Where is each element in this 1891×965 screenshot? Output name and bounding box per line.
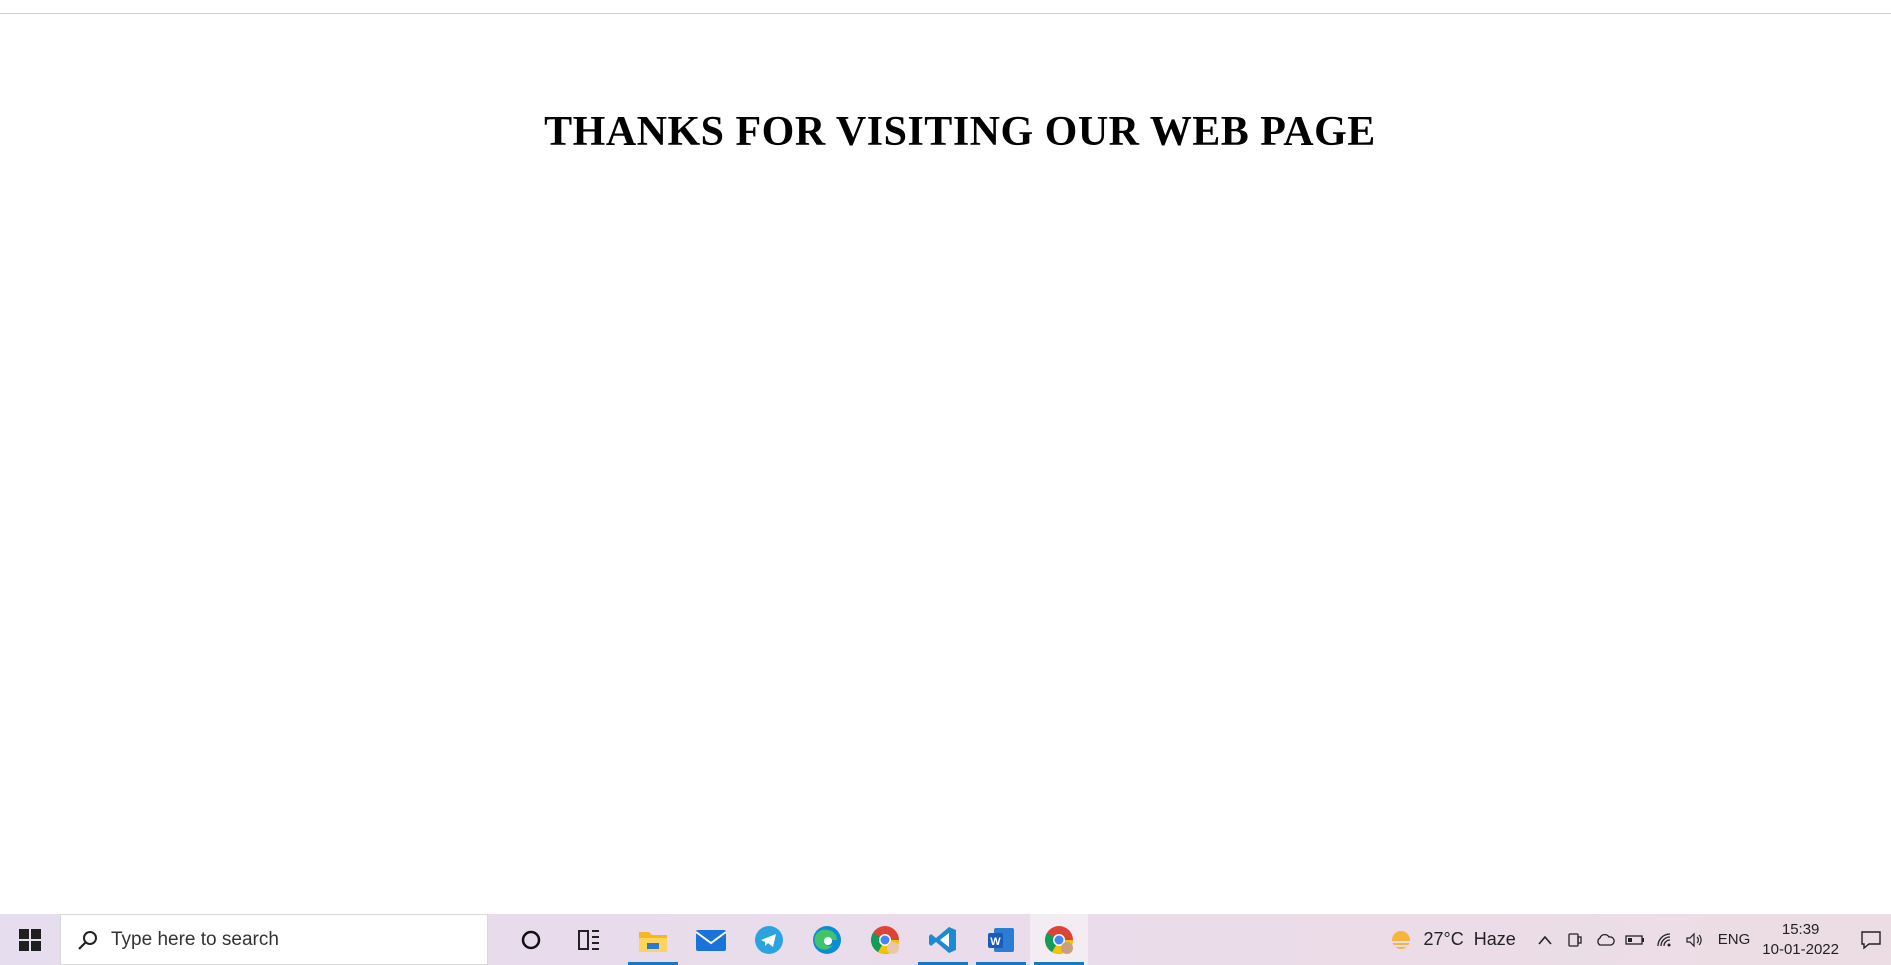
chrome-icon xyxy=(871,925,899,954)
weather-widget[interactable]: 27°C Haze xyxy=(1388,928,1516,952)
mail-icon xyxy=(695,929,727,951)
search-icon xyxy=(78,930,97,950)
chevron-up-icon xyxy=(1538,935,1552,945)
meet-now-button[interactable] xyxy=(1560,914,1590,965)
notification-icon xyxy=(1861,930,1881,949)
edge-icon xyxy=(813,925,841,954)
taskbar: Type here to search W 27°C Haze ENG 15:3… xyxy=(0,914,1891,965)
start-button[interactable] xyxy=(0,914,60,965)
web-page: THANKS FOR VISITING OUR WEB PAGE xyxy=(0,14,1891,914)
mail-button[interactable] xyxy=(682,914,740,965)
page-heading: THANKS FOR VISITING OUR WEB PAGE xyxy=(544,109,1376,155)
wifi-icon xyxy=(1657,932,1671,946)
task-view-icon xyxy=(578,929,599,950)
word-icon: W xyxy=(988,927,1014,952)
clock-time: 15:39 xyxy=(1781,920,1820,938)
vscode-icon xyxy=(929,926,956,953)
edge-button[interactable] xyxy=(798,914,856,965)
weather-temperature: 27°C xyxy=(1423,929,1464,949)
system-tray: 27°C Haze ENG 15:39 10-01-2022 xyxy=(1388,914,1891,965)
weather-condition: Haze xyxy=(1473,929,1516,949)
file-explorer-button[interactable] xyxy=(624,914,682,965)
chrome-profile-icon xyxy=(1045,925,1073,954)
clock[interactable]: 15:39 10-01-2022 xyxy=(1762,920,1839,960)
speaker-icon xyxy=(1686,932,1702,947)
meet-now-icon xyxy=(1568,932,1582,947)
telegram-icon xyxy=(755,925,783,954)
onedrive-cloud-icon xyxy=(1597,933,1615,946)
cortana-button[interactable] xyxy=(502,914,560,965)
chrome-profile-button[interactable] xyxy=(1030,914,1088,965)
vscode-button[interactable] xyxy=(914,914,972,965)
telegram-button[interactable] xyxy=(740,914,798,965)
hazy-sun-icon xyxy=(1390,930,1413,949)
svg-text:W: W xyxy=(990,936,1001,948)
task-view-button[interactable] xyxy=(560,914,618,965)
taskbar-search-box[interactable]: Type here to search xyxy=(60,914,488,965)
word-button[interactable]: W xyxy=(972,914,1030,965)
browser-top-edge xyxy=(0,0,1891,14)
file-explorer-icon xyxy=(639,931,667,952)
cortana-icon xyxy=(521,930,541,949)
search-placeholder: Type here to search xyxy=(111,928,279,950)
chrome-button[interactable] xyxy=(856,914,914,965)
onedrive-button[interactable] xyxy=(1590,914,1620,965)
notification-center-button[interactable] xyxy=(1851,914,1891,965)
show-hidden-icons-button[interactable] xyxy=(1530,914,1560,965)
clock-date: 10-01-2022 xyxy=(1762,940,1839,958)
battery-button[interactable] xyxy=(1620,914,1650,965)
battery-icon xyxy=(1625,934,1644,945)
volume-button[interactable] xyxy=(1680,914,1710,965)
network-button[interactable] xyxy=(1650,914,1680,965)
windows-logo-icon xyxy=(19,928,41,951)
input-language-indicator[interactable]: ENG xyxy=(1718,931,1751,948)
